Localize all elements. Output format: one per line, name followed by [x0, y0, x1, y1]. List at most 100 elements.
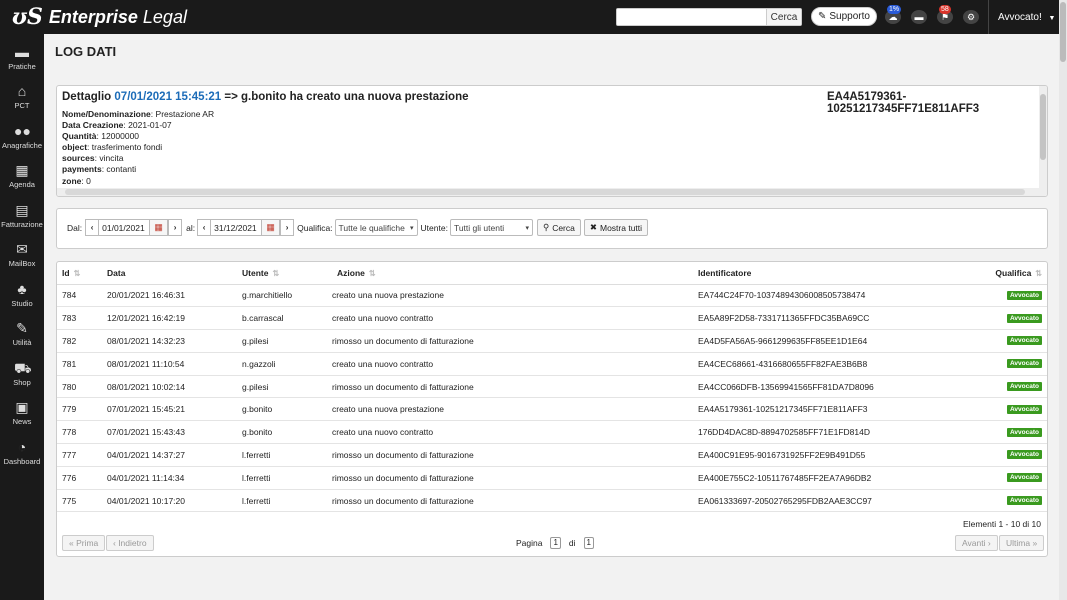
last-page-button[interactable]: Ultima » — [999, 535, 1045, 551]
cell-identificatore: EA4CC066DFB-13569941565FF81DA7D8096 — [693, 375, 953, 399]
cell-qualifica: Avvocato — [953, 329, 1047, 353]
al-next-button[interactable]: › — [280, 219, 295, 236]
cell-utente: g.bonito — [237, 397, 327, 422]
support-button[interactable]: ✎ Supporto — [811, 7, 877, 26]
cell-azione: creato una nuovo contratto — [327, 352, 693, 376]
calendar-icon[interactable]: ▦ — [149, 219, 169, 236]
sidebar-item-label: Agenda — [9, 180, 35, 189]
cell-data: 12/01/2021 16:42:19 — [102, 306, 237, 331]
table-row[interactable]: 784 20/01/2021 16:46:31 g.marchitiello crea… — [57, 284, 1047, 308]
cell-id: 780 — [57, 375, 102, 399]
detail-field: object: trasferimento fondi — [62, 142, 163, 153]
cell-azione: rimosso un documento di fatturazione — [327, 466, 693, 490]
detail-field: Nome/Denominazione: Prestazione AR — [62, 109, 215, 119]
search-input[interactable] — [617, 9, 766, 25]
qualifica-badge: Avvocato — [1006, 404, 1042, 414]
column-header-qualifica[interactable]: Qualifica ⇅ — [953, 262, 1047, 285]
cell-identificatore: EA4D5FA56A5-9661299635FF85EE1D1E64 — [693, 329, 953, 353]
table-row[interactable]: 775 04/01/2021 10:17:20 l.ferretti rimosso … — [57, 489, 1047, 513]
sidebar-item-label: Anagrafiche — [1, 140, 43, 150]
settings-button[interactable]: ⚙ — [963, 10, 979, 24]
table-row[interactable]: 776 04/01/2021 11:14:34 l.ferretti rimosso … — [57, 466, 1047, 490]
page-scrollbar[interactable] — [1059, 0, 1067, 600]
cell-data: 08/01/2021 11:10:54 — [102, 352, 237, 376]
qualifica-select[interactable]: Tutte le qualifiche ▾ — [334, 219, 418, 236]
cell-qualifica: Avvocato — [953, 397, 1047, 422]
cloud-button[interactable]: ☁ 1% — [885, 5, 902, 24]
calendar-icon[interactable]: ▦ — [261, 219, 281, 236]
dal-next-button[interactable]: › — [168, 219, 183, 236]
table-row[interactable]: 782 08/01/2021 14:32:23 g.pilesi rimosso un… — [57, 329, 1047, 353]
table-row[interactable]: 780 08/01/2021 10:02:14 g.pilesi rimosso un… — [57, 375, 1047, 399]
sidebar-item-news[interactable]: ▣ News — [0, 390, 44, 430]
current-page[interactable]: 1 — [550, 537, 561, 549]
users-icon: ●● — [14, 122, 31, 139]
cell-azione: rimosso un documento di fatturazione — [327, 329, 693, 353]
column-header-id[interactable]: Id ⇅ — [57, 262, 102, 285]
qualifica-badge: Avvocato — [1006, 427, 1042, 437]
gear-icon: ⚙ — [966, 11, 976, 22]
cell-azione: creato una nuovo contratto — [327, 306, 693, 331]
calculator-icon: ▤ — [15, 201, 29, 218]
al-prev-button[interactable]: ‹ — [197, 219, 212, 236]
table-row[interactable]: 783 12/01/2021 16:42:19 b.carrascal creato … — [57, 306, 1047, 331]
sidebar-item-label: Dashboard — [3, 456, 41, 466]
sidebar-item-fatturazione[interactable]: ▤ Fatturazione — [0, 192, 44, 232]
messages-button[interactable]: ▬ — [911, 10, 927, 24]
sidebar-item-label: Pratiche — [8, 61, 36, 71]
table-row[interactable]: 781 08/01/2021 11:10:54 n.gazzoli creato un… — [57, 352, 1047, 376]
sidebar-item-pct[interactable]: ⌂ PCT — [0, 74, 44, 114]
detail-hscroll-thumb[interactable] — [65, 189, 1025, 195]
cell-identificatore: EA061333697-20502765295FDB2AAE3CC97 — [693, 489, 953, 513]
sidebar-item-utilita[interactable]: ✎ Utilità — [0, 311, 44, 351]
user-menu[interactable]: Avvocato! ▼ — [998, 12, 1055, 23]
table-row[interactable]: 777 04/01/2021 14:37:27 l.ferretti rimosso … — [57, 443, 1047, 467]
table-row[interactable]: 778 07/01/2021 15:43:43 g.bonito creato una… — [57, 420, 1047, 445]
notifications-badge: 58 — [939, 5, 951, 14]
sidebar-item-label: Shop — [13, 377, 31, 387]
global-search: Cerca — [616, 8, 802, 26]
column-header-azione[interactable]: Azione ⇅ — [327, 262, 693, 285]
search-button[interactable]: Cerca — [766, 9, 801, 25]
filter-bar: Dal: ‹ 01/01/2021 ▦ › al: ‹ 31/12/2021 ▦… — [56, 208, 1048, 249]
app-logo[interactable]: ʊS Enterprise Legal — [12, 6, 187, 28]
utente-label: Utente: — [420, 222, 448, 233]
sidebar-item-dashboard[interactable]: ◔ Dashboard — [0, 429, 44, 469]
al-label: al: — [186, 222, 196, 233]
detail-vertical-scrollbar[interactable] — [1039, 86, 1047, 190]
sidebar-item-pratiche[interactable]: ▬ Pratiche — [0, 34, 44, 74]
notifications-button[interactable]: ⚑ 58 — [937, 5, 953, 24]
page-scrollbar-thumb[interactable] — [1060, 2, 1066, 62]
chevron-down-icon: ▾ — [410, 224, 414, 232]
utente-select[interactable]: Tutti gli utenti ▾ — [449, 219, 533, 236]
sidebar-item-studio[interactable]: ♣ Studio — [0, 271, 44, 311]
search-filter-button[interactable]: ⚲ Cerca — [536, 219, 581, 236]
column-header-data[interactable]: Data — [102, 262, 237, 285]
column-header-identificatore[interactable]: Identificatore — [693, 262, 953, 285]
sidebar-item-shop[interactable]: ⛟ Shop — [0, 350, 44, 390]
envelope-icon: ✉ — [16, 241, 28, 257]
cell-utente: g.pilesi — [237, 329, 327, 353]
dal-date-input[interactable]: 01/01/2021 — [99, 219, 150, 236]
first-page-button[interactable]: « Prima — [62, 535, 106, 551]
column-header-utente[interactable]: Utente ⇅ — [237, 262, 327, 285]
sidebar-item-label: Utilità — [12, 338, 32, 347]
detail-horizontal-scrollbar[interactable] — [57, 188, 1047, 196]
cell-utente: g.pilesi — [237, 375, 327, 399]
al-date-input[interactable]: 31/12/2021 — [211, 219, 262, 236]
sidebar-item-anagrafiche[interactable]: ●● Anagrafiche — [0, 113, 44, 153]
cell-id: 776 — [57, 466, 102, 490]
dal-prev-button[interactable]: ‹ — [85, 219, 100, 236]
next-page-button[interactable]: Avanti › — [955, 535, 998, 551]
sidebar-item-mailbox[interactable]: ✉ MailBox — [0, 232, 44, 272]
sidebar-item-agenda[interactable]: ▦ Agenda — [0, 153, 44, 193]
prev-page-button[interactable]: ‹ Indietro — [106, 535, 154, 551]
detail-datetime[interactable]: 07/01/2021 15:45:21 — [114, 91, 221, 103]
detail-vscroll-thumb[interactable] — [1040, 94, 1046, 160]
pagination: « Prima ‹ Indietro Pagina 1 di 1 Avanti … — [57, 535, 1047, 551]
cell-id: 779 — [57, 397, 102, 422]
cell-qualifica: Avvocato — [953, 443, 1047, 467]
table-row[interactable]: 779 07/01/2021 15:45:21 g.bonito creato una… — [57, 397, 1047, 422]
show-all-button[interactable]: ✖ Mostra tutti — [583, 219, 649, 236]
cell-id: 775 — [57, 489, 102, 513]
